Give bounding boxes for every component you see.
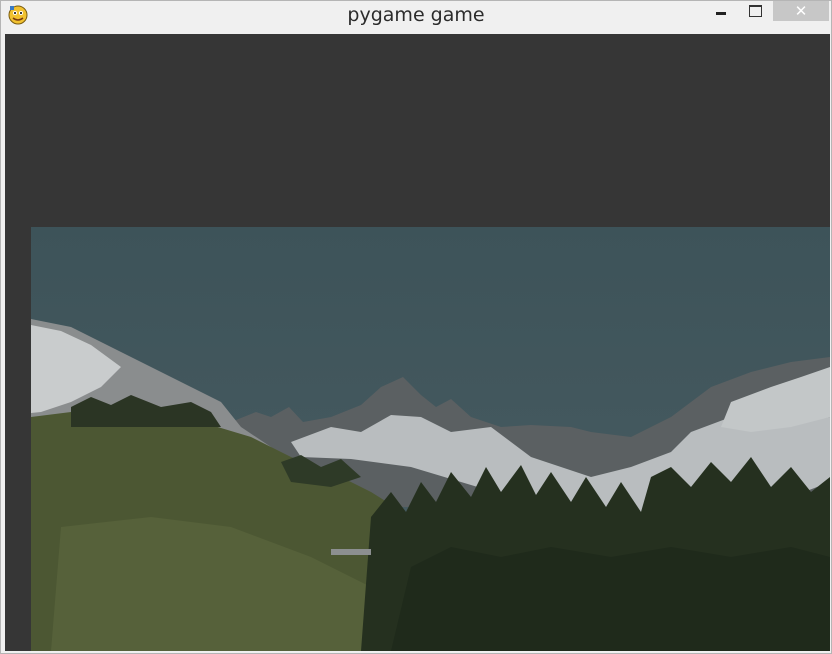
minimize-button[interactable]	[707, 1, 735, 21]
maximize-icon	[748, 5, 762, 17]
close-icon: ✕	[794, 2, 808, 20]
game-window: pygame game ✕	[0, 0, 832, 654]
minimize-icon	[716, 11, 726, 15]
mountain-landscape-image	[31, 227, 830, 651]
title-bar[interactable]: pygame game ✕	[1, 1, 831, 33]
close-button[interactable]: ✕	[773, 1, 829, 21]
maximize-button[interactable]	[741, 1, 769, 21]
game-canvas[interactable]	[5, 34, 830, 651]
